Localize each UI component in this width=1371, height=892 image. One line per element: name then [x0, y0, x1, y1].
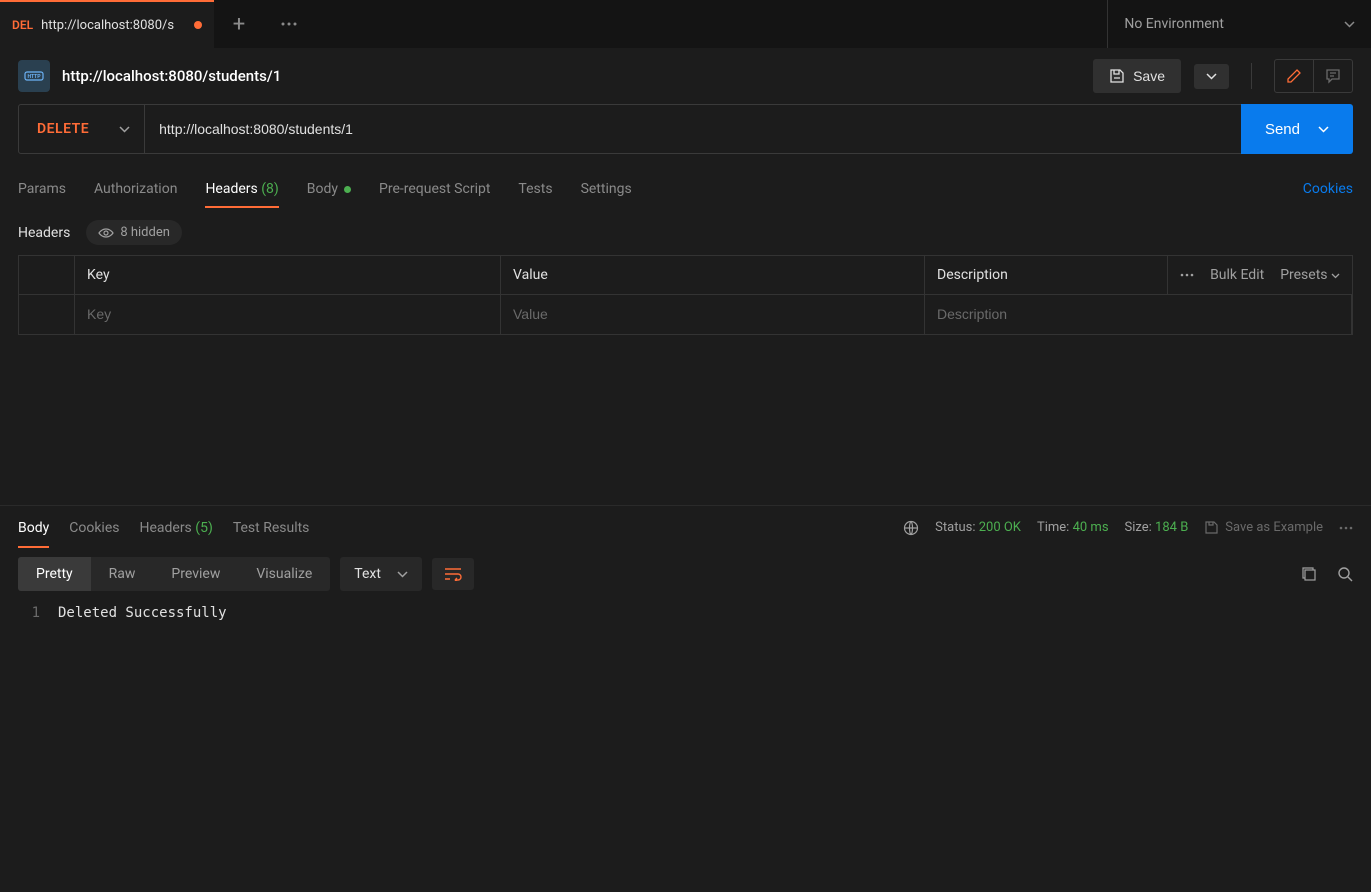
headers-table: Key Value Description Bulk Edit Presets: [18, 255, 1353, 335]
chevron-down-icon: [1206, 73, 1217, 80]
view-tab-pretty[interactable]: Pretty: [18, 557, 91, 591]
headers-bar: Headers 8 hidden: [0, 220, 1371, 245]
wrap-lines-button[interactable]: [432, 558, 474, 590]
response-tabs: Body Cookies Headers (5) Test Results St…: [0, 505, 1371, 549]
tab-title: http://localhost:8080/s: [41, 18, 186, 33]
http-badge-icon: HTTP: [18, 60, 50, 92]
save-icon: [1109, 68, 1125, 84]
cookies-link[interactable]: Cookies: [1303, 181, 1353, 197]
more-actions-icon[interactable]: [1180, 273, 1194, 277]
tab-headers[interactable]: Headers (8): [205, 171, 278, 207]
view-tab-visualize[interactable]: Visualize: [238, 557, 330, 591]
time-value: 40 ms: [1073, 520, 1109, 535]
save-dropdown-button[interactable]: [1194, 64, 1229, 89]
col-header-description: Description: [925, 256, 1168, 294]
resp-tab-test-results[interactable]: Test Results: [233, 509, 310, 547]
chevron-down-icon: [119, 126, 130, 133]
top-tabs-bar: DEL http://localhost:8080/s + No Environ…: [0, 0, 1371, 48]
resp-tab-headers[interactable]: Headers (5): [139, 509, 212, 547]
bulk-edit-button[interactable]: Bulk Edit: [1210, 267, 1264, 283]
request-tabs: Params Authorization Headers (8) Body Pr…: [0, 168, 1371, 210]
header-value-input[interactable]: [513, 306, 912, 322]
tab-authorization[interactable]: Authorization: [94, 171, 177, 207]
tab-body[interactable]: Body: [307, 171, 351, 207]
view-tabs-row: Pretty Raw Preview Visualize Text: [0, 549, 1371, 599]
chevron-down-icon: [1318, 126, 1329, 133]
response-meta: Status: 200 OK Time: 40 ms Size: 184 B S…: [903, 520, 1353, 536]
header-description-input[interactable]: [937, 306, 1339, 322]
tab-params[interactable]: Params: [18, 171, 66, 207]
view-tabs: Pretty Raw Preview Visualize: [18, 557, 330, 591]
format-select[interactable]: Text: [340, 557, 422, 591]
table-row: [19, 295, 1352, 334]
tab-method-label: DEL: [12, 18, 33, 32]
url-bar: DELETE Send: [18, 104, 1353, 154]
chevron-down-icon: [1344, 21, 1355, 28]
save-icon: [1204, 520, 1219, 535]
col-header-key: Key: [75, 256, 501, 294]
body-indicator-dot: [344, 186, 351, 193]
view-tab-raw[interactable]: Raw: [91, 557, 154, 591]
globe-icon[interactable]: [903, 520, 919, 536]
send-button[interactable]: Send: [1241, 104, 1353, 154]
request-tab[interactable]: DEL http://localhost:8080/s: [0, 0, 214, 48]
tab-tests[interactable]: Tests: [518, 171, 552, 207]
comment-icon: [1325, 68, 1341, 84]
copy-button[interactable]: [1301, 566, 1317, 582]
view-tab-preview[interactable]: Preview: [153, 557, 238, 591]
more-response-icon[interactable]: [1339, 526, 1353, 530]
comment-button[interactable]: [1314, 60, 1352, 92]
method-select[interactable]: DELETE: [18, 104, 145, 154]
copy-icon: [1301, 566, 1317, 582]
title-bar: HTTP http://localhost:8080/students/1 Sa…: [0, 48, 1371, 104]
tab-prerequest[interactable]: Pre-request Script: [379, 171, 490, 207]
url-input[interactable]: [145, 104, 1241, 154]
resp-tab-cookies[interactable]: Cookies: [69, 509, 119, 547]
edit-button[interactable]: [1275, 60, 1314, 92]
line-number: 1: [18, 605, 58, 621]
save-button[interactable]: Save: [1093, 59, 1181, 93]
response-body[interactable]: 1 Deleted Successfully: [0, 599, 1371, 627]
hidden-headers-pill[interactable]: 8 hidden: [86, 220, 182, 245]
more-tabs-button[interactable]: [264, 0, 314, 48]
status-value: 200 OK: [979, 520, 1021, 535]
environment-label: No Environment: [1124, 16, 1224, 32]
unsaved-dot-icon: [194, 21, 202, 29]
col-header-value: Value: [501, 256, 925, 294]
resp-tab-body[interactable]: Body: [18, 509, 49, 547]
header-key-input[interactable]: [87, 306, 488, 322]
chevron-down-icon: [397, 571, 408, 578]
wrap-icon: [444, 567, 462, 581]
method-label: DELETE: [37, 121, 89, 137]
svg-text:HTTP: HTTP: [27, 74, 41, 80]
size-value: 184 B: [1155, 520, 1188, 535]
search-button[interactable]: [1337, 566, 1353, 582]
save-as-example-button[interactable]: Save as Example: [1204, 520, 1323, 535]
new-tab-button[interactable]: +: [214, 0, 264, 48]
icon-button-group: [1274, 59, 1353, 93]
request-name: http://localhost:8080/students/1: [62, 67, 1081, 85]
tab-settings[interactable]: Settings: [581, 171, 632, 207]
code-line: Deleted Successfully: [58, 605, 227, 621]
pencil-icon: [1286, 68, 1302, 84]
headers-section-title: Headers: [18, 225, 70, 241]
table-header-row: Key Value Description Bulk Edit Presets: [19, 256, 1352, 295]
search-icon: [1337, 566, 1353, 582]
eye-icon: [98, 227, 114, 239]
environment-dropdown[interactable]: No Environment: [1107, 0, 1371, 48]
presets-dropdown[interactable]: Presets: [1280, 267, 1340, 283]
